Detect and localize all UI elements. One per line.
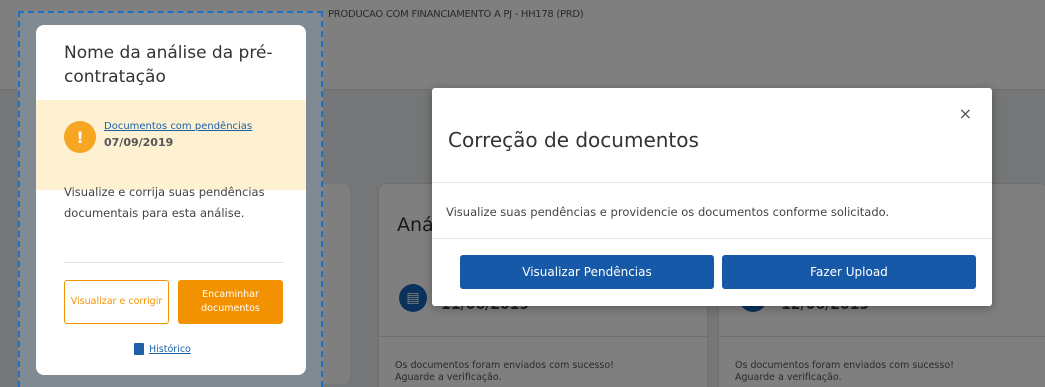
analysis-card: Nome da análise da pré-contratação ! Doc… [36, 25, 306, 375]
forward-documents-button[interactable]: Encaminhar documentos [178, 280, 283, 324]
close-icon[interactable]: × [959, 106, 972, 122]
divider [64, 262, 284, 263]
divider [432, 182, 992, 183]
warning-icon: ! [64, 121, 96, 153]
modal-body-text: Visualize suas pendências e providencie … [446, 205, 890, 219]
divider [432, 238, 992, 239]
view-pending-button[interactable]: Visualizar Pendências [460, 255, 714, 289]
pending-documents-link[interactable]: Documentos com pendências [104, 121, 252, 132]
view-and-fix-button[interactable]: Visualizar e corrigir [64, 280, 169, 324]
analysis-card-title: Nome da análise da pré-contratação [64, 43, 273, 87]
analysis-card-description: Visualize e corrija suas pendências docu… [64, 185, 265, 220]
upload-button[interactable]: Fazer Upload [722, 255, 976, 289]
history-document-icon [134, 343, 144, 355]
document-correction-modal: Correção de documentos × Visualize suas … [432, 88, 992, 306]
history-link-label: Histórico [149, 343, 191, 355]
pending-status-banner: ! Documentos com pendências 07/09/2019 [36, 100, 306, 190]
modal-title: Correção de documentos [448, 128, 699, 152]
status-date: 07/09/2019 [104, 136, 174, 149]
history-link[interactable]: Histórico [134, 343, 191, 355]
